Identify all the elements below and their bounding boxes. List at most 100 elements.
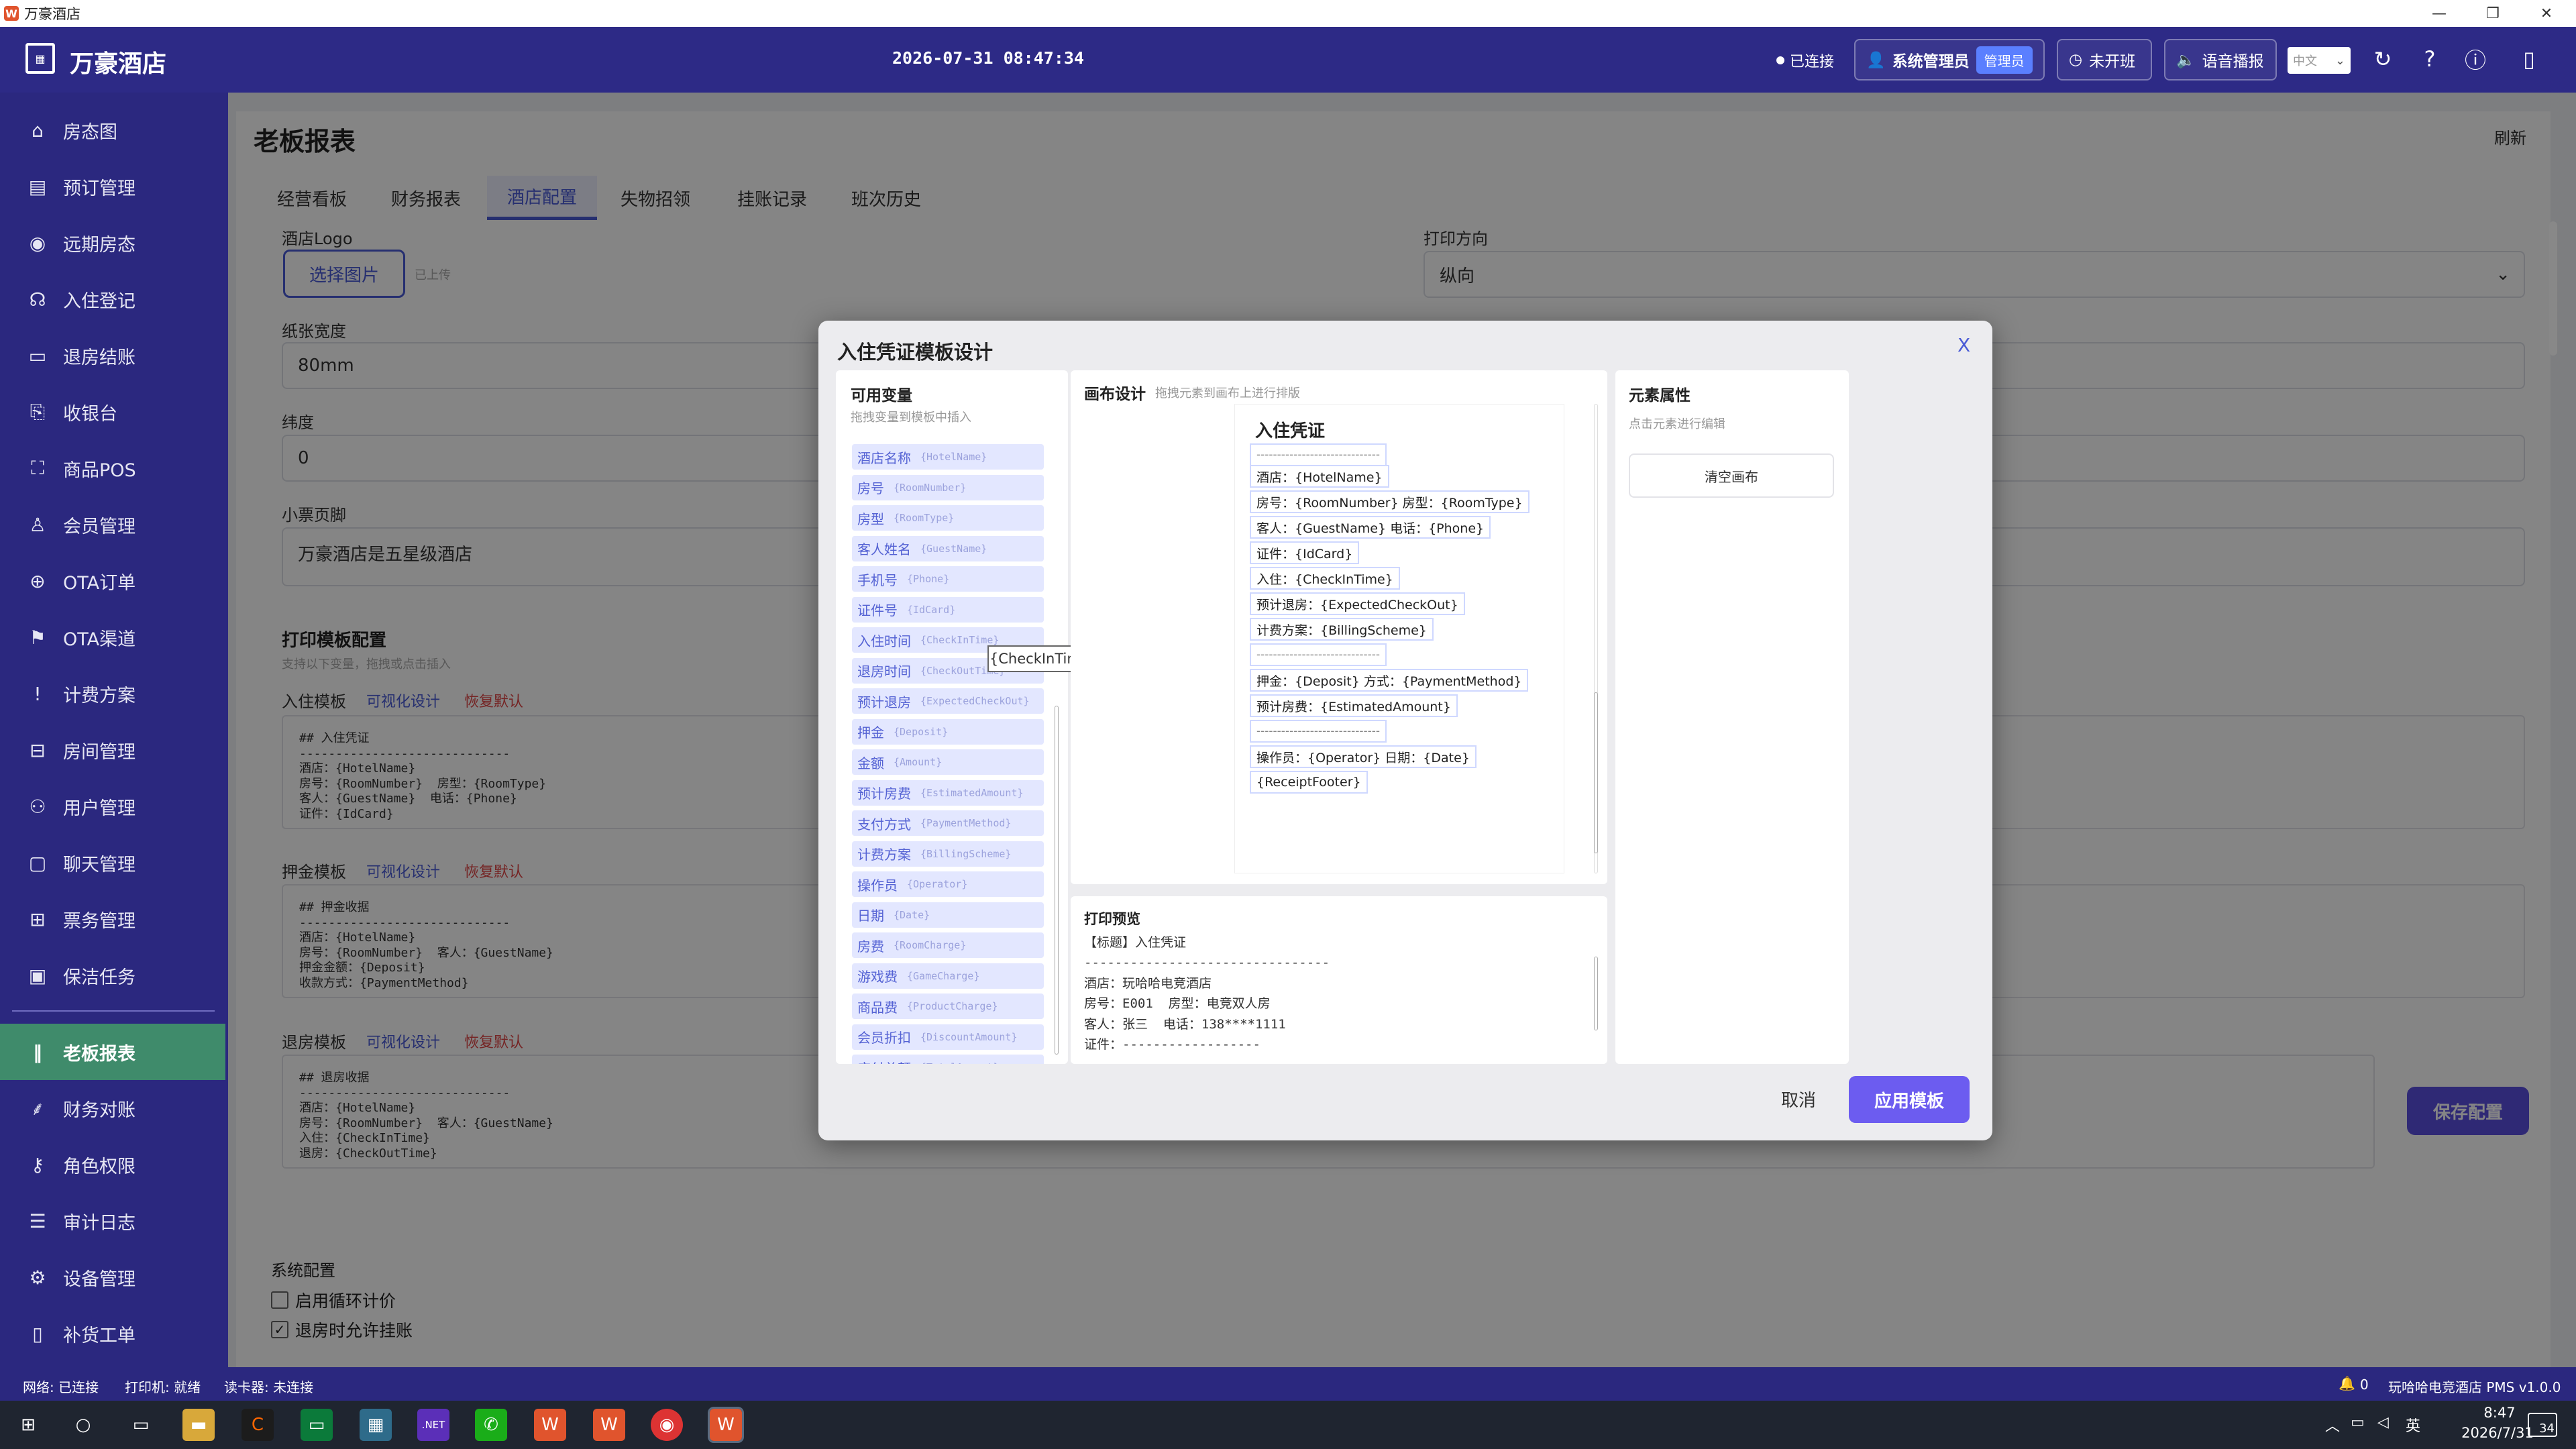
variable-name: 客人姓名	[857, 541, 911, 557]
variable-item[interactable]: 计费方案 {BillingScheme}	[852, 841, 1044, 867]
variable-item[interactable]: 商品费 {ProductCharge}	[852, 994, 1044, 1019]
sidebar-item-pos[interactable]: ⛶ 商品POS	[0, 440, 228, 496]
connection-status: 已连接	[1776, 50, 1834, 71]
apply-template-button[interactable]: 应用模板	[1849, 1076, 1970, 1123]
variable-item[interactable]: 会员折扣 {DiscountAmount}	[852, 1024, 1044, 1050]
canvas-divider-element[interactable]: ------------------------------	[1250, 443, 1387, 466]
variable-item[interactable]: 应付总额 {TotalAmount}	[852, 1055, 1044, 1064]
canvas-field-element[interactable]: 预计房费：{EstimatedAmount}	[1250, 694, 1458, 717]
chrome-icon[interactable]: ◉	[651, 1409, 683, 1441]
canvas-field-element[interactable]: 押金：{Deposit} 方式：{PaymentMethod}	[1250, 669, 1529, 692]
sidebar-item-billing[interactable]: ! 计费方案	[0, 665, 228, 722]
sidebar-item-forward-status[interactable]: ◉ 远期房态	[0, 215, 228, 271]
variable-item[interactable]: 押金 {Deposit}	[852, 718, 1044, 745]
variable-item[interactable]: 房型 {RoomType}	[852, 505, 1044, 531]
shift-status-button[interactable]: ◷ 未开班	[2057, 39, 2152, 80]
canvas-field-element[interactable]: 操作员：{Operator} 日期：{Date}	[1250, 745, 1477, 768]
page-scrollbar[interactable]	[2549, 221, 2557, 356]
info-icon[interactable]: ⓘ	[2461, 44, 2490, 74]
dotnet-icon[interactable]: .NET	[417, 1409, 449, 1441]
variable-item[interactable]: 客人姓名 {GuestName}	[852, 535, 1044, 561]
canvas-field-element[interactable]: 计费方案：{BillingScheme}	[1250, 618, 1434, 641]
variable-item[interactable]: 游戏费 {GameCharge}	[852, 963, 1044, 989]
volume-tray-icon[interactable]: ◁	[2377, 1414, 2389, 1431]
wechat-icon[interactable]: ✆	[475, 1409, 507, 1441]
ime-indicator[interactable]: 英	[2406, 1414, 2420, 1436]
bell-icon[interactable]: 🔔	[2339, 1375, 2355, 1391]
sidebar-item-chat[interactable]: ▢ 聊天管理	[0, 835, 228, 891]
canvas-scrollbar[interactable]	[1594, 692, 1598, 853]
sidebar-item-room-status[interactable]: ⌂ 房态图	[0, 102, 228, 158]
canvas-divider-element[interactable]: ------------------------------	[1250, 720, 1387, 743]
clear-canvas-button[interactable]: 清空画布	[1629, 453, 1834, 498]
canvas-field-element[interactable]: 预计退房：{ExpectedCheckOut}	[1250, 592, 1465, 615]
variable-item[interactable]: 日期 {Date}	[852, 902, 1044, 928]
sidebar-item-cashier[interactable]: ⎘ 收银台	[0, 384, 228, 440]
cancel-button[interactable]: 取消	[1762, 1079, 1835, 1119]
sidebar-item-boss-report[interactable]: ‖ 老板报表	[0, 1024, 225, 1080]
canvas-panel: 画布设计 拖拽元素到画布上进行排版 入住凭证 ------------------…	[1071, 370, 1607, 884]
taskbar-time[interactable]: 8:47	[2466, 1405, 2533, 1421]
refresh-icon[interactable]: ↻	[2368, 44, 2398, 74]
voice-broadcast-button[interactable]: 🔈 语音播报	[2164, 39, 2277, 80]
app-w-icon[interactable]: W	[708, 1407, 744, 1443]
variable-item[interactable]: 手机号 {Phone}	[852, 566, 1044, 592]
sidebar-item-devices[interactable]: ⚙ 设备管理	[0, 1249, 228, 1305]
canvas-field-element[interactable]: 证件：{IdCard}	[1250, 541, 1360, 564]
wps-icon[interactable]: W	[534, 1409, 566, 1441]
receipt-canvas[interactable]: 入住凭证 ------------------------------ 酒店：{Ho…	[1234, 404, 1564, 873]
canvas-field-element[interactable]: 房号：{RoomNumber} 房型：{RoomType}	[1250, 490, 1529, 513]
canvas-field-element[interactable]: 客人：{GuestName} 电话：{Phone}	[1250, 516, 1491, 539]
terminal-icon[interactable]: ▭	[301, 1409, 333, 1441]
sidebar-item-ota-orders[interactable]: ⊕ OTA订单	[0, 553, 228, 609]
sidebar-item-ota-channels[interactable]: ⚑ OTA渠道	[0, 609, 228, 665]
canvas-field-element[interactable]: 入住：{CheckInTime}	[1250, 567, 1400, 590]
sidebar-item-rooms[interactable]: ⊟ 房间管理	[0, 722, 228, 778]
variable-item[interactable]: 金额 {Amount}	[852, 749, 1044, 775]
minimize-button[interactable]: —	[2412, 0, 2466, 27]
device-icon[interactable]: ▯	[2514, 44, 2544, 74]
variable-item[interactable]: 预计退房 {ExpectedCheckOut}	[852, 688, 1044, 714]
sidebar-item-members[interactable]: ♙ 会员管理	[0, 496, 228, 553]
variable-item[interactable]: 证件号 {IdCard}	[852, 596, 1044, 623]
preview-scrollbar[interactable]	[1594, 957, 1598, 1030]
close-window-button[interactable]: ✕	[2520, 0, 2573, 27]
windows-start-icon[interactable]: ⊞	[12, 1409, 44, 1441]
search-icon[interactable]: ○	[67, 1409, 99, 1441]
language-select[interactable]: 中文 ⌄	[2288, 47, 2351, 74]
variable-item[interactable]: 操作员 {Operator}	[852, 871, 1044, 897]
tray-chevron-icon[interactable]: ︿	[2325, 1414, 2340, 1436]
sidebar-item-finance[interactable]: ⸙ 财务对账	[0, 1080, 228, 1136]
sidebar-item-audit[interactable]: ☰ 审计日志	[0, 1193, 228, 1249]
sidebar-item-checkin[interactable]: ☊ 入住登记	[0, 271, 228, 327]
sidebar-item-checkout[interactable]: ▭ 退房结账	[0, 327, 228, 384]
canvas-title-element[interactable]: 入住凭证	[1250, 418, 1331, 441]
sidebar-item-restock[interactable]: ▯ 补货工单	[0, 1305, 228, 1362]
variable-item[interactable]: 房号 {RoomNumber}	[852, 474, 1044, 500]
variable-item[interactable]: 酒店名称 {HotelName}	[852, 444, 1044, 470]
close-icon[interactable]: X	[1957, 334, 1970, 356]
variables-scrollbar[interactable]	[1055, 706, 1059, 1055]
user-menu-button[interactable]: 👤 系统管理员 管理员	[1854, 39, 2045, 80]
variable-item[interactable]: 房费 {RoomCharge}	[852, 932, 1044, 958]
restore-button[interactable]: ❐	[2466, 0, 2520, 27]
help-icon[interactable]: ?	[2415, 44, 2445, 74]
notepad-icon[interactable]: ▦	[360, 1409, 392, 1441]
sidebar-item-roles[interactable]: ⚷ 角色权限	[0, 1136, 228, 1193]
canvas-field-element[interactable]: {ReceiptFooter}	[1250, 771, 1368, 794]
canvas-field-element[interactable]: 酒店：{HotelName}	[1250, 465, 1389, 488]
network-tray-icon[interactable]: ▭	[2351, 1414, 2365, 1431]
app-c-icon[interactable]: C	[241, 1409, 274, 1441]
explorer-icon[interactable]: ▬	[182, 1409, 215, 1441]
variable-item[interactable]: 预计房费 {EstimatedAmount}	[852, 780, 1044, 806]
sidebar-item-tickets[interactable]: ⊞ 票务管理	[0, 891, 228, 947]
sidebar-item-cleaning[interactable]: ▣ 保洁任务	[0, 947, 228, 1004]
wps-icon-2[interactable]: W	[593, 1409, 625, 1441]
notification-center-icon[interactable]: 34	[2528, 1413, 2557, 1437]
variable-item[interactable]: 支付方式 {PaymentMethod}	[852, 810, 1044, 836]
canvas-divider-element[interactable]: ------------------------------	[1250, 643, 1387, 666]
task-view-icon[interactable]: ▭	[125, 1409, 157, 1441]
sidebar-item-users[interactable]: ⚇ 用户管理	[0, 778, 228, 835]
variable-token: {RoomCharge}	[894, 939, 967, 951]
sidebar-item-reservations[interactable]: ▤ 预订管理	[0, 158, 228, 215]
